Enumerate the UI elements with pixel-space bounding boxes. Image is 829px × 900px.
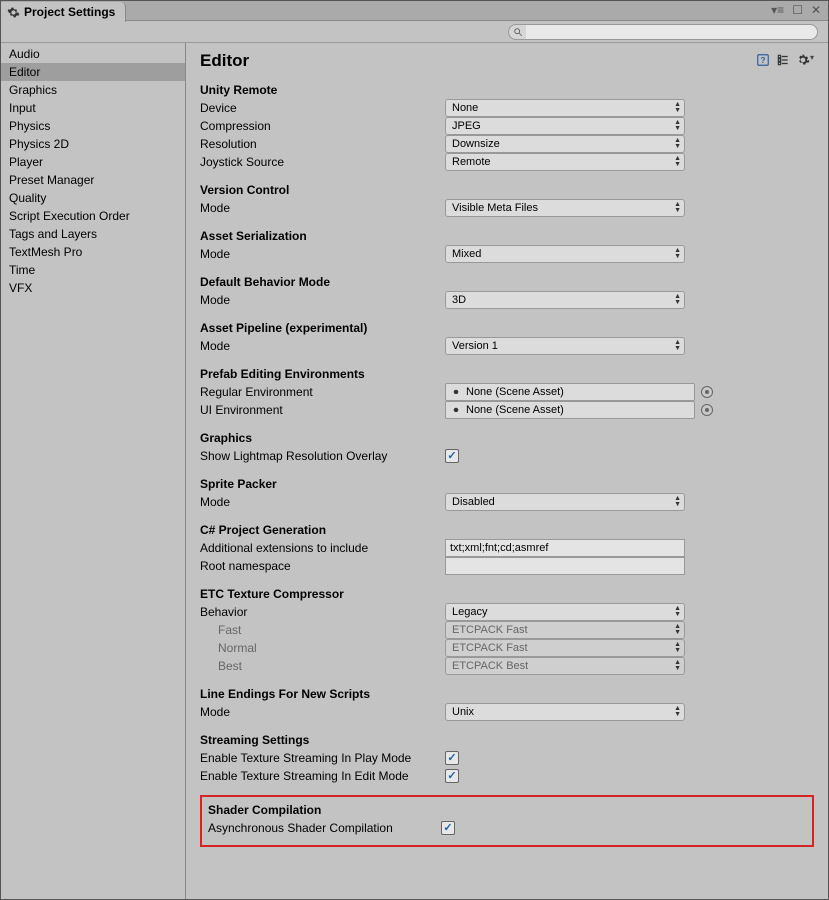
label-show-lightmap: Show Lightmap Resolution Overlay	[200, 448, 445, 465]
main: Audio Editor Graphics Input Physics Phys…	[1, 43, 828, 899]
label-stream-play: Enable Texture Streaming In Play Mode	[200, 750, 445, 767]
section-asset-serialization: Asset Serialization	[200, 229, 814, 243]
content-header: Editor ? ▾	[200, 51, 814, 71]
section-streaming: Streaming Settings	[200, 733, 814, 747]
label-db-mode: Mode	[200, 292, 445, 309]
label-stream-edit: Enable Texture Streaming In Edit Mode	[200, 768, 445, 785]
label-ap-mode: Mode	[200, 338, 445, 355]
label-etc-best: Best	[200, 658, 445, 675]
label-vc-mode: Mode	[200, 200, 445, 217]
section-csharp: C# Project Generation	[200, 523, 814, 537]
label-ui-env: UI Environment	[200, 402, 445, 419]
window-menu-icon[interactable]: ▾≡	[768, 3, 787, 17]
page-title: Editor	[200, 51, 249, 71]
highlight-shader-compilation: Shader Compilation Asynchronous Shader C…	[200, 795, 814, 847]
dropdown-joystick[interactable]: Remote▲▼	[445, 153, 685, 171]
label-regular-env: Regular Environment	[200, 384, 445, 401]
label-root-ns: Root namespace	[200, 558, 445, 575]
section-line-endings: Line Endings For New Scripts	[200, 687, 814, 701]
label-compression: Compression	[200, 118, 445, 135]
section-etc: ETC Texture Compressor	[200, 587, 814, 601]
gear-icon	[7, 6, 20, 19]
content: Editor ? ▾ Unity Remote DeviceNone▲▼ Com…	[186, 43, 828, 899]
input-root-ns[interactable]	[445, 557, 685, 575]
sidebar-item-preset-manager[interactable]: Preset Manager	[1, 171, 185, 189]
sidebar-item-editor[interactable]: Editor	[1, 63, 185, 81]
sidebar-item-vfx[interactable]: VFX	[1, 279, 185, 297]
label-sp-mode: Mode	[200, 494, 445, 511]
dropdown-as-mode[interactable]: Mixed▲▼	[445, 245, 685, 263]
dropdown-compression[interactable]: JPEG▲▼	[445, 117, 685, 135]
sidebar-item-physics2d[interactable]: Physics 2D	[1, 135, 185, 153]
sidebar-item-script-execution[interactable]: Script Execution Order	[1, 207, 185, 225]
label-etc-normal: Normal	[200, 640, 445, 657]
sidebar-item-textmeshpro[interactable]: TextMesh Pro	[1, 243, 185, 261]
checkbox-async-shader[interactable]: ✓	[441, 821, 455, 835]
dropdown-vc-mode[interactable]: Visible Meta Files▲▼	[445, 199, 685, 217]
object-field-ui-env[interactable]: ⏺None (Scene Asset)	[445, 401, 695, 419]
checkbox-show-lightmap[interactable]: ✓	[445, 449, 459, 463]
object-field-regular-env[interactable]: ⏺None (Scene Asset)	[445, 383, 695, 401]
label-async-shader: Asynchronous Shader Compilation	[208, 820, 441, 837]
search-input[interactable]	[526, 24, 818, 40]
section-default-behavior: Default Behavior Mode	[200, 275, 814, 289]
dropdown-etc-best: ETCPACK Best▲▼	[445, 657, 685, 675]
settings-icon[interactable]: ▾	[796, 53, 814, 70]
window-tab[interactable]: Project Settings	[1, 2, 126, 22]
label-le-mode: Mode	[200, 704, 445, 721]
dropdown-device[interactable]: None▲▼	[445, 99, 685, 117]
section-prefab-env: Prefab Editing Environments	[200, 367, 814, 381]
sidebar-item-tags-layers[interactable]: Tags and Layers	[1, 225, 185, 243]
svg-text:?: ?	[760, 55, 765, 64]
window-maximize-icon[interactable]: ☐	[789, 3, 806, 17]
label-as-mode: Mode	[200, 246, 445, 263]
sidebar-item-graphics[interactable]: Graphics	[1, 81, 185, 99]
sidebar-item-time[interactable]: Time	[1, 261, 185, 279]
input-extensions[interactable]	[445, 539, 685, 557]
header-icons: ? ▾	[756, 53, 814, 70]
section-unity-remote: Unity Remote	[200, 83, 814, 97]
checkbox-stream-play[interactable]: ✓	[445, 751, 459, 765]
section-graphics: Graphics	[200, 431, 814, 445]
window-close-icon[interactable]: ✕	[808, 3, 824, 17]
section-version-control: Version Control	[200, 183, 814, 197]
dropdown-sp-mode[interactable]: Disabled▲▼	[445, 493, 685, 511]
label-etc-behavior: Behavior	[200, 604, 445, 621]
window-controls: ▾≡ ☐ ✕	[768, 3, 824, 17]
object-picker-regular[interactable]	[701, 386, 713, 398]
sidebar-item-quality[interactable]: Quality	[1, 189, 185, 207]
preset-icon[interactable]	[776, 53, 790, 70]
sidebar: Audio Editor Graphics Input Physics Phys…	[1, 43, 186, 899]
label-resolution: Resolution	[200, 136, 445, 153]
dropdown-resolution[interactable]: Downsize▲▼	[445, 135, 685, 153]
section-sprite-packer: Sprite Packer	[200, 477, 814, 491]
checkbox-stream-edit[interactable]: ✓	[445, 769, 459, 783]
unity-icon: ⏺	[450, 386, 462, 398]
help-icon[interactable]: ?	[756, 53, 770, 70]
search-icon	[508, 24, 526, 40]
sidebar-item-audio[interactable]: Audio	[1, 45, 185, 63]
dropdown-etc-behavior[interactable]: Legacy▲▼	[445, 603, 685, 621]
label-joystick: Joystick Source	[200, 154, 445, 171]
toolbar	[1, 21, 828, 43]
label-extensions: Additional extensions to include	[200, 540, 445, 557]
window-title: Project Settings	[24, 5, 115, 19]
titlebar: Project Settings ▾≡ ☐ ✕	[1, 1, 828, 21]
sidebar-item-input[interactable]: Input	[1, 99, 185, 117]
object-picker-ui[interactable]	[701, 404, 713, 416]
dropdown-le-mode[interactable]: Unix▲▼	[445, 703, 685, 721]
section-shader: Shader Compilation	[208, 803, 806, 817]
section-asset-pipeline: Asset Pipeline (experimental)	[200, 321, 814, 335]
dropdown-etc-normal: ETCPACK Fast▲▼	[445, 639, 685, 657]
dropdown-db-mode[interactable]: 3D▲▼	[445, 291, 685, 309]
sidebar-item-player[interactable]: Player	[1, 153, 185, 171]
dropdown-ap-mode[interactable]: Version 1▲▼	[445, 337, 685, 355]
unity-icon: ⏺	[450, 404, 462, 416]
sidebar-item-physics[interactable]: Physics	[1, 117, 185, 135]
search-field[interactable]	[508, 24, 818, 40]
dropdown-etc-fast: ETCPACK Fast▲▼	[445, 621, 685, 639]
label-etc-fast: Fast	[200, 622, 445, 639]
label-device: Device	[200, 100, 445, 117]
